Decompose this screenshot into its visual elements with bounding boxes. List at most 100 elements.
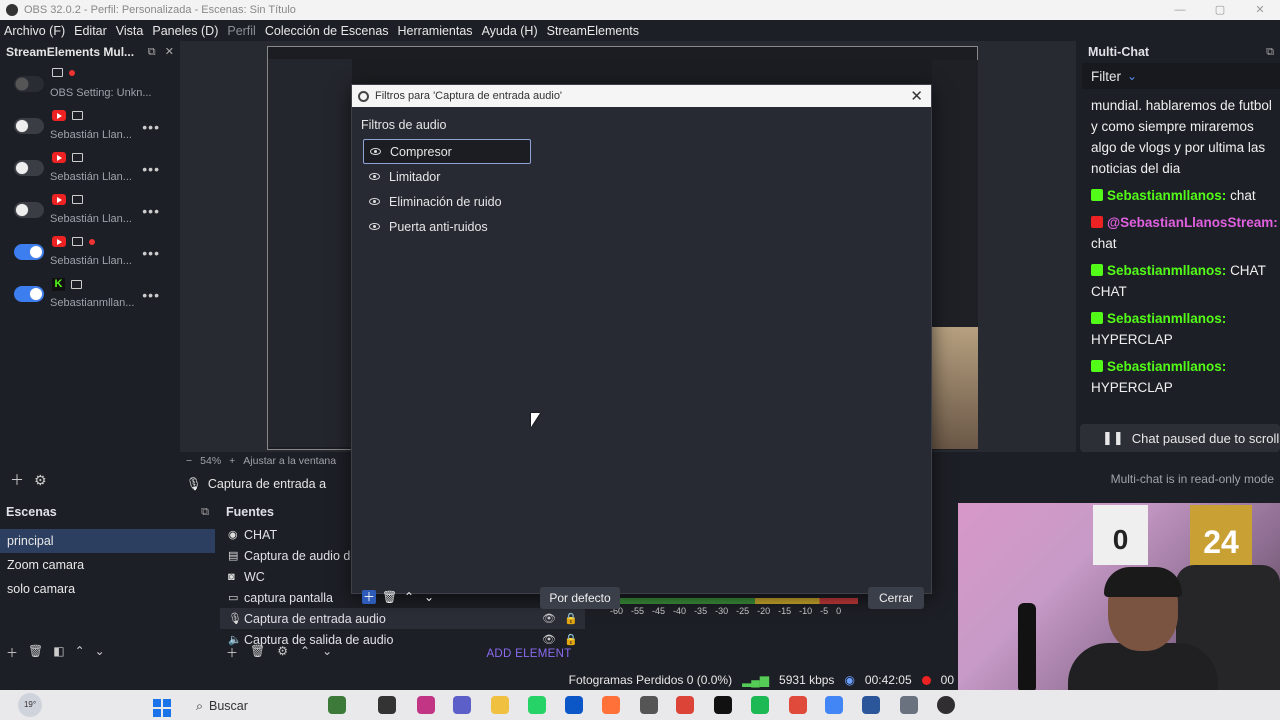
move-up-icon[interactable]: ⌃ [300, 644, 310, 661]
gear-icon[interactable]: ⚙ [34, 472, 47, 489]
app-icon-instagram[interactable] [417, 696, 435, 714]
scene-item-solo-camara[interactable]: solo camara [0, 577, 215, 601]
delete-filter-icon[interactable]: 🗑 [382, 590, 397, 604]
toggle-switch[interactable] [14, 160, 44, 176]
lock-icon[interactable]: 🔒 [564, 612, 578, 625]
maximize-button[interactable]: ▢ [1200, 0, 1240, 20]
app-icon-kick[interactable] [714, 696, 732, 714]
app-icon-whatsapp[interactable] [528, 696, 546, 714]
menu-herramientas[interactable]: Herramientas [398, 24, 473, 38]
app-icon-firefox[interactable] [602, 696, 620, 714]
chat-list[interactable]: mundial. hablaremos de futbol y como sie… [1082, 89, 1280, 398]
windows-start-icon[interactable] [153, 699, 171, 717]
zoom-out-icon[interactable]: − [186, 455, 192, 467]
visibility-eye-icon[interactable] [369, 223, 380, 230]
app-icon-chrome[interactable] [676, 696, 694, 714]
menu-vista[interactable]: Vista [116, 24, 144, 38]
toggle-switch[interactable] [14, 286, 44, 302]
close-dock-icon[interactable]: ✕ [165, 46, 174, 58]
visibility-eye-icon[interactable]: 👁 [542, 612, 556, 625]
float-dock-icon[interactable]: ⧉ [201, 506, 209, 519]
menu-archivo[interactable]: Archivo (F) [4, 24, 65, 38]
menu-coleccion-escenas[interactable]: Colección de Escenas [265, 24, 389, 38]
app-icon-teams[interactable] [453, 696, 471, 714]
add-icon[interactable]: ＋ [10, 470, 24, 490]
add-element-button[interactable]: ADD ELEMENT [479, 644, 579, 664]
app-icon-game[interactable] [328, 696, 346, 714]
toggle-switch[interactable] [14, 76, 44, 92]
weather-widget[interactable]: 19° [18, 693, 42, 717]
taskbar-search[interactable]: ⌕ Buscar [190, 695, 330, 717]
se-row-youtube-3[interactable]: Sebastián Llan... ••• [0, 189, 180, 231]
delete-scene-icon[interactable]: 🗑 [28, 644, 43, 661]
default-button[interactable]: Por defecto [540, 587, 620, 609]
menu-perfil[interactable]: Perfil [227, 24, 255, 38]
chat-text: HYPERCLAP [1091, 332, 1173, 347]
app-icon-chatgpt[interactable] [640, 696, 658, 714]
add-scene-icon[interactable]: ＋ [6, 644, 18, 661]
filter-item-limitador[interactable]: Limitador [363, 164, 531, 189]
more-options-icon[interactable]: ••• [142, 245, 160, 261]
visibility-eye-icon[interactable] [370, 148, 381, 155]
app-icon-taskview[interactable] [378, 696, 396, 714]
more-options-icon[interactable]: ••• [142, 287, 160, 303]
filter-item-puerta-anti-ruidos[interactable]: Puerta anti-ruidos [363, 214, 531, 239]
audio-filter-list[interactable]: Compresor Limitador Eliminación de ruido… [363, 139, 531, 579]
scene-item-zoom-camara[interactable]: Zoom camara [0, 553, 215, 577]
visibility-eye-icon[interactable] [369, 173, 380, 180]
add-source-icon[interactable]: ＋ [226, 644, 238, 661]
app-icon-word[interactable] [862, 696, 880, 714]
toggle-switch[interactable] [14, 244, 44, 260]
more-options-icon[interactable]: ••• [142, 161, 160, 177]
move-down-icon[interactable]: ⌄ [95, 644, 105, 661]
menu-paneles[interactable]: Paneles (D) [152, 24, 218, 38]
source-properties-icon[interactable]: ⚙ [277, 644, 288, 661]
close-icon[interactable]: ✕ [910, 87, 923, 105]
app-icon-explorer[interactable] [491, 696, 509, 714]
more-options-icon[interactable]: ••• [142, 203, 160, 219]
delete-source-icon[interactable]: 🗑 [250, 644, 265, 661]
visibility-eye-icon[interactable] [369, 198, 380, 205]
scene-item-principal[interactable]: principal [0, 529, 215, 553]
zoom-in-icon[interactable]: + [229, 455, 235, 467]
menu-streamelements[interactable]: StreamElements [547, 24, 639, 38]
menu-ayuda[interactable]: Ayuda (H) [482, 24, 538, 38]
toggle-switch[interactable] [14, 118, 44, 134]
move-down-icon[interactable]: ⌄ [422, 590, 436, 604]
move-down-icon[interactable]: ⌄ [322, 644, 332, 661]
app-icon-snipping[interactable] [900, 696, 918, 714]
pause-icon: ❚❚ [1102, 430, 1124, 445]
move-up-icon[interactable]: ⌃ [75, 644, 85, 661]
se-row-youtube-1[interactable]: Sebastián Llan... ••• [0, 105, 180, 147]
chat-filter-dropdown[interactable]: Filter ⌄ [1082, 63, 1280, 89]
audio-filters-label: Filtros de audio [361, 118, 447, 132]
app-icon-chrome-2[interactable] [789, 696, 807, 714]
app-icon-chrome-3[interactable] [825, 696, 843, 714]
float-dock-icon[interactable]: ⧉ [1266, 46, 1274, 59]
app-icon-store[interactable] [565, 696, 583, 714]
move-up-icon[interactable]: ⌃ [402, 590, 416, 604]
filter-item-compresor[interactable]: Compresor [363, 139, 531, 164]
app-icon-obs[interactable] [937, 696, 955, 714]
toggle-switch[interactable] [14, 202, 44, 218]
se-row-obs-setting[interactable]: OBS Setting: Unkn... [0, 63, 180, 105]
app-icon-spotify[interactable] [751, 696, 769, 714]
add-filter-icon[interactable]: ＋ [362, 590, 376, 604]
more-options-icon[interactable]: ••• [142, 119, 160, 135]
chat-username: @SebastianLlanosStream: [1107, 215, 1278, 230]
se-row-kick[interactable]: K Sebastianmllan... ••• [0, 273, 180, 315]
close-window-button[interactable]: ✕ [1240, 0, 1280, 20]
se-row-youtube-2[interactable]: Sebastián Llan... ••• [0, 147, 180, 189]
source-item-selected[interactable]: 🎙 Captura de entrada audio 👁 🔒 [220, 608, 585, 629]
scene-filters-icon[interactable]: ◧ [53, 644, 64, 661]
float-dock-icon[interactable]: ⧉ [148, 46, 156, 58]
menu-editar[interactable]: Editar [74, 24, 107, 38]
kick-icon: K [52, 278, 65, 291]
se-row-youtube-4[interactable]: Sebastián Llan... ••• [0, 231, 180, 273]
minimize-button[interactable]: — [1160, 0, 1200, 20]
fit-window-label[interactable]: Ajustar a la ventana [243, 455, 336, 467]
preview-camera-thumb [932, 327, 978, 449]
filter-item-eliminacion-ruido[interactable]: Eliminación de ruido [363, 189, 531, 214]
chat-paused-banner[interactable]: ❚❚ Chat paused due to scroll [1080, 424, 1280, 452]
close-button[interactable]: Cerrar [868, 587, 924, 609]
